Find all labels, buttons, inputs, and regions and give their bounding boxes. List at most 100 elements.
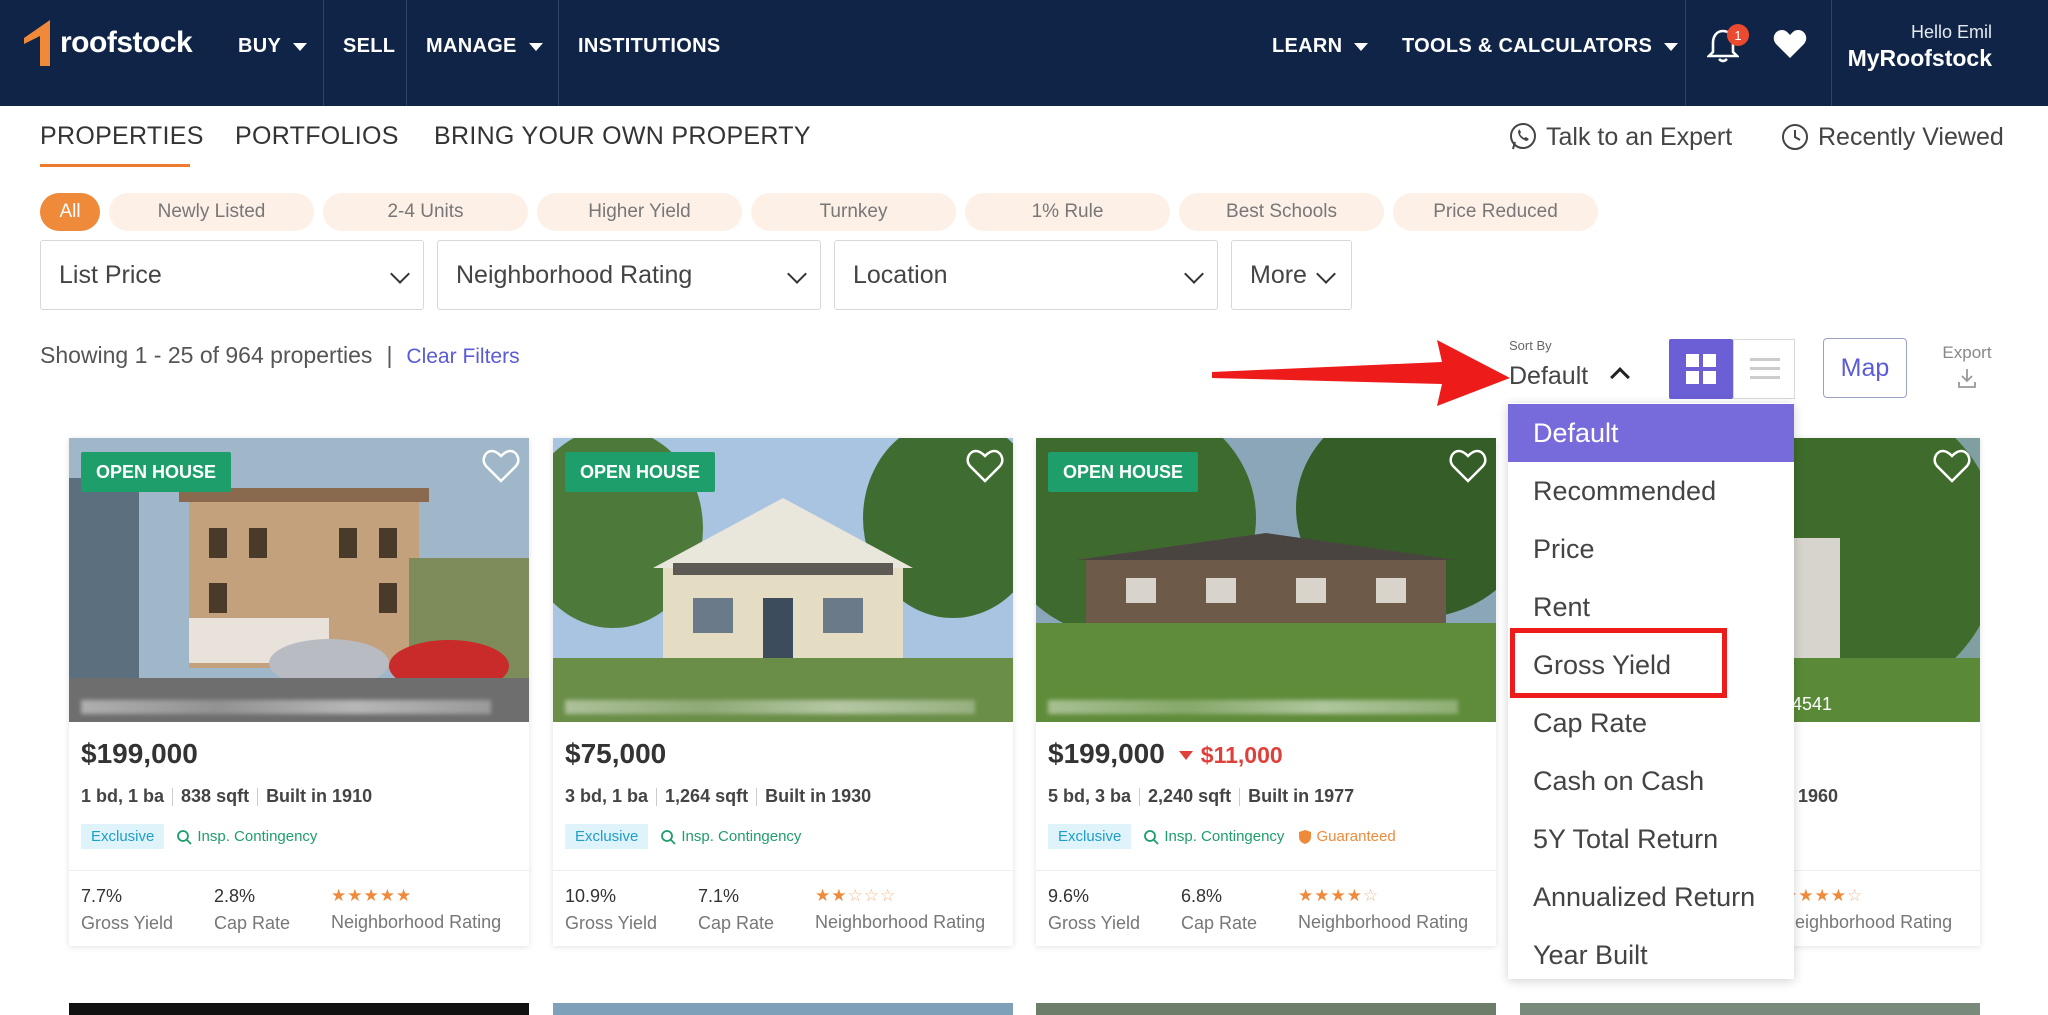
top-nav: roofstock BUY SELL MANAGE INSTITUTIONS L… [0, 0, 2048, 106]
sort-option-5y-total-return[interactable]: 5Y Total Return [1508, 810, 1794, 868]
search-icon [177, 829, 192, 845]
sort-option-cap-rate[interactable]: Cap Rate [1508, 694, 1794, 752]
map-button[interactable]: Map [1823, 338, 1907, 398]
neighborhood-rating-stat: ★★★★☆Neighborhood Rating [1298, 886, 1469, 932]
property-card[interactable]: OPEN HOUSE $199,000 $11,000 5 bd, 3 ba 2,2… [1036, 438, 1496, 946]
property-tags: Exclusive Insp. Contingency Guaranteed [1048, 824, 1396, 849]
sort-select[interactable]: Default [1509, 362, 1588, 391]
nav-learn[interactable]: LEARN [1272, 0, 1369, 92]
filter-location[interactable]: Location [834, 240, 1218, 310]
favorites-heart-icon[interactable] [1772, 28, 1808, 60]
chip-1-percent-rule[interactable]: 1% Rule [965, 193, 1170, 231]
star-icon: ★ [347, 886, 364, 905]
nav-sell[interactable]: SELL [343, 0, 395, 92]
property-price: $199,000 [81, 738, 198, 769]
neighborhood-rating-stat: ★★☆☆☆ Neighborhood Rating [815, 886, 986, 932]
property-specs: 1 bd, 1 ba 838 sqft Built in 1910 [81, 786, 373, 807]
property-card[interactable] [553, 1003, 1013, 1015]
list-view-button[interactable] [1733, 339, 1795, 399]
chip-2-4-units[interactable]: 2-4 Units [323, 193, 528, 231]
star-icon: ★ [379, 886, 396, 905]
chip-turnkey[interactable]: Turnkey [751, 193, 956, 231]
nav-buy[interactable]: BUY [238, 0, 308, 92]
sort-option-cash-on-cash[interactable]: Cash on Cash [1508, 752, 1794, 810]
chevron-down-icon [1354, 43, 1369, 51]
price-drop-icon [1178, 751, 1193, 761]
exclusive-tag: Exclusive [81, 824, 165, 849]
chevron-down-icon [1664, 43, 1679, 51]
star-icon: ★ [1314, 886, 1331, 905]
filter-more[interactable]: More [1231, 240, 1352, 310]
empty-star-icon: ☆ [1363, 886, 1380, 905]
export-button[interactable]: Export [1938, 343, 1996, 394]
talk-to-expert-link[interactable]: Talk to an Expert [1508, 122, 1732, 152]
clear-filters-link[interactable]: Clear Filters [406, 345, 519, 368]
property-photo[interactable]: OPEN HOUSE [1036, 438, 1496, 722]
nav-institutions[interactable]: INSTITUTIONS [578, 0, 721, 92]
open-house-badge: OPEN HOUSE [81, 452, 232, 492]
inspection-tag: Insp. Contingency [1143, 828, 1284, 845]
sort-option-annualized-return[interactable]: Annualized Return [1508, 868, 1794, 926]
heart-icon[interactable] [1932, 448, 1972, 484]
property-card[interactable] [1036, 1003, 1496, 1015]
gross-yield-stat: 9.6% Gross Yield [1048, 886, 1141, 933]
star-icon: ★ [831, 886, 848, 905]
property-card[interactable]: OPEN HOUSE $75,000 3 bd, 1 ba 1,264 sqft B… [553, 438, 1013, 946]
sort-by-label: Sort By [1509, 338, 1552, 353]
chip-higher-yield[interactable]: Higher Yield [537, 193, 742, 231]
blurred-address [565, 700, 975, 714]
recently-viewed-link[interactable]: Recently Viewed [1780, 122, 2004, 152]
empty-star-icon: ☆ [847, 886, 864, 905]
blurred-address [1048, 700, 1458, 714]
chip-all[interactable]: All [40, 193, 100, 231]
property-card[interactable] [69, 1003, 529, 1015]
neighborhood-rating-stat: ★★★★☆Neighborhood Rating [1782, 886, 1953, 932]
tab-bring-your-own[interactable]: BRING YOUR OWN PROPERTY [434, 122, 811, 151]
sort-option-default[interactable]: Default [1508, 404, 1794, 462]
brand-name: roofstock [60, 26, 193, 59]
star-icon: ★ [1298, 886, 1315, 905]
whatsapp-icon [1510, 123, 1536, 150]
search-icon [661, 829, 676, 845]
filter-neighborhood-rating[interactable]: Neighborhood Rating [437, 240, 821, 310]
account-menu[interactable]: Hello Emil MyRoofstock [1848, 22, 1992, 72]
property-photo[interactable]: OPEN HOUSE [69, 438, 529, 722]
star-rating: ★★★★☆ [1298, 886, 1468, 906]
neighborhood-rating-stat: ★★★★★ Neighborhood Rating [331, 886, 502, 932]
open-house-badge: OPEN HOUSE [1048, 452, 1199, 492]
half-star-icon: ★ [1346, 886, 1363, 905]
brand-logo[interactable]: roofstock [22, 18, 193, 68]
chevron-down-icon [528, 43, 543, 51]
chevron-down-icon [787, 264, 807, 284]
empty-star-icon: ☆ [1847, 886, 1864, 905]
tab-portfolios[interactable]: PORTFOLIOS [235, 122, 399, 151]
inspection-tag: Insp. Contingency [660, 828, 801, 845]
nav-tools[interactable]: TOOLS & CALCULATORS [1402, 0, 1679, 92]
property-card[interactable] [1520, 1003, 1980, 1015]
property-photo[interactable]: OPEN HOUSE [553, 438, 1013, 722]
sort-option-year-built[interactable]: Year Built [1508, 926, 1794, 984]
filter-list-price[interactable]: List Price [40, 240, 424, 310]
cap-rate-stat: 2.8% Cap Rate [214, 886, 291, 933]
property-card[interactable]: OPEN HOUSE $199,000 1 bd, 1 ba 838 sqft Bu… [69, 438, 529, 946]
grid-view-button[interactable] [1669, 339, 1733, 399]
empty-star-icon: ☆ [863, 886, 880, 905]
chevron-up-icon[interactable] [1610, 367, 1630, 387]
cap-rate-stat: 6.8% Cap Rate [1181, 886, 1258, 933]
heart-icon[interactable] [965, 448, 1005, 484]
chip-best-schools[interactable]: Best Schools [1179, 193, 1384, 231]
chip-newly-listed[interactable]: Newly Listed [109, 193, 314, 231]
sort-option-recommended[interactable]: Recommended [1508, 462, 1794, 520]
chip-price-reduced[interactable]: Price Reduced [1393, 193, 1598, 231]
tab-properties[interactable]: PROPERTIES [40, 122, 204, 151]
sort-option-price[interactable]: Price [1508, 520, 1794, 578]
inspection-tag: Insp. Contingency [176, 828, 317, 845]
account-name: MyRoofstock [1847, 45, 1992, 71]
highlight-box [1510, 628, 1727, 698]
nav-manage[interactable]: MANAGE [426, 0, 543, 92]
clock-icon [1782, 124, 1808, 150]
star-icon: ★ [363, 886, 380, 905]
chevron-down-icon [1316, 264, 1336, 284]
heart-icon[interactable] [1448, 448, 1488, 484]
heart-icon[interactable] [481, 448, 521, 484]
